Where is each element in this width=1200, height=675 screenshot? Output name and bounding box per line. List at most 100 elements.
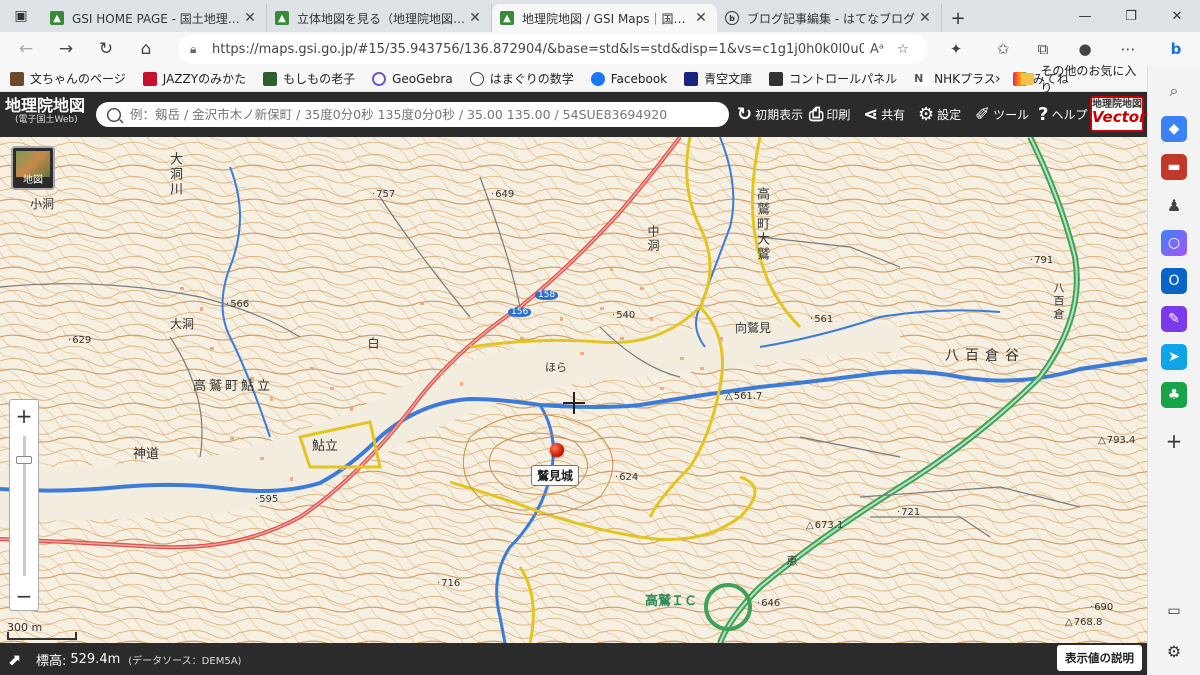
close-icon[interactable]: ✕ bbox=[467, 10, 483, 26]
settings-button[interactable]: ⚙ 設定 bbox=[918, 92, 961, 137]
map-label-river: 大洞川 bbox=[167, 152, 182, 197]
sidebar-layout-icon[interactable]: ▭ bbox=[1161, 598, 1187, 624]
profile-icon[interactable]: ● bbox=[1067, 32, 1103, 66]
bookmark-icon bbox=[263, 71, 278, 86]
map-canvas[interactable]: 大洞川 小洞 大洞 高鷲町鮎立 鮎立 神道 ほら 向鷲見 八百倉谷 中洞 白 高… bbox=[0, 137, 1147, 643]
castle-marker-icon[interactable] bbox=[550, 443, 564, 457]
add-icon[interactable]: + bbox=[1161, 428, 1187, 454]
gsi-logo[interactable]: 地理院地図 (電子国土Web) bbox=[0, 92, 92, 137]
forward-arrow-icon[interactable]: → bbox=[46, 34, 86, 64]
globe-icon bbox=[469, 71, 484, 86]
elevation-footer: ⬈ 標高: 529.4m (データソース：DEM5A) bbox=[0, 643, 1147, 675]
favorite-item[interactable]: N NHKプラス bbox=[914, 70, 996, 87]
refresh-icon[interactable]: ↻ bbox=[86, 34, 126, 64]
map-label-valley: 八百倉谷 bbox=[945, 348, 1025, 364]
tools-briefcase-icon[interactable]: ▬ bbox=[1161, 154, 1187, 180]
shopping-tag-icon[interactable]: ◆ bbox=[1161, 116, 1187, 142]
elevation-point: 624 bbox=[615, 472, 638, 483]
tab-hatena-blog[interactable]: b ブログ記事編集 - はてなブログ ✕ bbox=[717, 4, 942, 32]
favorite-item[interactable]: コントロールパネル bbox=[769, 70, 897, 87]
map-label-place: 八百倉 bbox=[1052, 282, 1065, 321]
gsi-favicon-icon: ▲ bbox=[50, 11, 64, 25]
tree-icon[interactable]: ♣ bbox=[1161, 382, 1187, 408]
tools-button[interactable]: ✐ ツール bbox=[975, 92, 1029, 137]
close-window-button[interactable]: ✕ bbox=[1154, 0, 1200, 32]
favorite-item[interactable]: GeoGebra bbox=[372, 71, 453, 86]
read-aloud-icon[interactable]: Aᵃ bbox=[864, 42, 890, 57]
designer-icon[interactable]: ✎ bbox=[1161, 306, 1187, 332]
add-favorite-icon[interactable]: ☆ bbox=[890, 42, 916, 57]
back-arrow-icon[interactable]: ← bbox=[6, 34, 46, 64]
search-input[interactable] bbox=[130, 107, 720, 122]
chevron-right-icon[interactable]: › bbox=[995, 71, 1001, 87]
route-shield: 156 bbox=[508, 307, 532, 317]
tab-actions-icon[interactable]: ▣ bbox=[0, 0, 42, 32]
more-menu-icon[interactable]: ⋯ bbox=[1110, 32, 1146, 66]
home-icon[interactable]: ⌂ bbox=[126, 34, 166, 64]
help-button[interactable]: ? ヘルプ bbox=[1038, 92, 1087, 137]
layer-label: 地図 bbox=[23, 175, 43, 186]
bookmark-icon bbox=[142, 71, 157, 86]
minimize-button[interactable]: — bbox=[1062, 0, 1108, 32]
favorite-item[interactable]: Facebook bbox=[590, 71, 667, 86]
elevation-point: 690 bbox=[1090, 602, 1113, 613]
gear-icon[interactable]: ⚙ bbox=[1161, 638, 1187, 664]
printer-icon: ⎙ bbox=[809, 104, 824, 125]
outlook-icon[interactable]: O bbox=[1161, 268, 1187, 294]
zoom-slider-handle[interactable] bbox=[16, 456, 32, 464]
games-chess-icon[interactable]: ♟ bbox=[1161, 192, 1187, 218]
microsoft365-icon[interactable]: ○ bbox=[1161, 230, 1187, 256]
tab-3d-map[interactable]: ▲ 立体地図を見る（地理院地図編） ✕ bbox=[267, 4, 492, 32]
initial-view-button[interactable]: ↻ 初期表示 bbox=[737, 92, 803, 137]
tools-icon: ✐ bbox=[975, 104, 991, 125]
favorite-item[interactable]: はまぐりの数学 bbox=[469, 70, 574, 87]
value-explanation-button[interactable]: 表示値の説明 bbox=[1057, 645, 1142, 671]
favorites-more[interactable]: › その他のお気に入り bbox=[995, 64, 1147, 95]
map-label-place: 大洞 bbox=[170, 317, 195, 331]
tab-gsi-home[interactable]: ▲ GSI HOME PAGE - 国土地理院ホー ✕ bbox=[42, 4, 267, 32]
elevation-point: 629 bbox=[68, 335, 91, 346]
new-tab-button[interactable]: + bbox=[942, 4, 974, 32]
favorite-item[interactable]: もしもの老子 bbox=[263, 70, 355, 87]
share-button[interactable]: ⋖ 共有 bbox=[863, 92, 905, 137]
gear-icon: ⚙ bbox=[918, 104, 935, 125]
extensions-icon[interactable]: ✦ bbox=[938, 32, 974, 66]
zoom-out-button[interactable]: − bbox=[10, 582, 38, 610]
search-icon bbox=[107, 107, 121, 122]
favorite-item[interactable]: 青空文庫 bbox=[684, 70, 752, 87]
elevation-point: 716 bbox=[437, 578, 460, 589]
favorite-item[interactable]: JAZZYのみかた bbox=[142, 70, 246, 87]
tab-title: ブログ記事編集 - はてなブログ bbox=[747, 11, 915, 26]
collections-icon[interactable]: ⧉ bbox=[1025, 32, 1061, 66]
castle-label[interactable]: 鷲見城 bbox=[531, 465, 580, 486]
vector-map-button[interactable]: 地理院地図 Vector bbox=[1090, 96, 1146, 132]
search-icon[interactable]: ⌕ bbox=[1161, 78, 1187, 104]
url-text: https://maps.gsi.go.jp/#15/35.943756/136… bbox=[212, 41, 864, 57]
browser-window: ▣ ▲ GSI HOME PAGE - 国土地理院ホー ✕ ▲ 立体地図を見る（… bbox=[0, 0, 1200, 675]
facebook-icon bbox=[590, 71, 605, 86]
map-label-place: 向鷲見 bbox=[735, 321, 772, 335]
send-icon[interactable]: ➤ bbox=[1161, 344, 1187, 370]
folder-icon bbox=[1020, 73, 1035, 85]
center-crosshair-icon bbox=[563, 392, 585, 414]
bing-copilot-icon[interactable]: b bbox=[1158, 32, 1194, 66]
close-icon[interactable]: ✕ bbox=[242, 10, 258, 26]
close-icon[interactable]: ✕ bbox=[917, 10, 933, 26]
favorites-icon[interactable]: ✩ bbox=[985, 32, 1021, 66]
favorite-item[interactable]: 文ちゃんのページ bbox=[10, 70, 126, 87]
url-field[interactable]: 🔒︎ https://maps.gsi.go.jp/#15/35.943756/… bbox=[178, 34, 928, 64]
layer-select-button[interactable]: 地図 bbox=[11, 146, 55, 190]
logo-title: 地理院地図 bbox=[5, 96, 86, 115]
restore-button[interactable]: ❐ bbox=[1108, 0, 1154, 32]
geogebra-icon bbox=[372, 71, 387, 86]
tab-title: 立体地図を見る（地理院地図編） bbox=[297, 11, 467, 26]
tab-gsi-maps[interactable]: ▲ 地理院地図 / GSI Maps｜国土地理 ✕ bbox=[492, 4, 717, 32]
print-button[interactable]: ⎙ 印刷 bbox=[809, 92, 850, 137]
triangulation-point: 673.1 bbox=[806, 520, 844, 531]
close-icon[interactable]: ✕ bbox=[693, 10, 709, 26]
place-search[interactable] bbox=[96, 102, 729, 127]
zoom-in-button[interactable]: + bbox=[10, 402, 38, 430]
gsi-favicon-icon: ▲ bbox=[275, 11, 289, 25]
elevation-point: 791 bbox=[1030, 255, 1053, 266]
expand-arrow-icon[interactable]: ⬈ bbox=[8, 650, 30, 669]
